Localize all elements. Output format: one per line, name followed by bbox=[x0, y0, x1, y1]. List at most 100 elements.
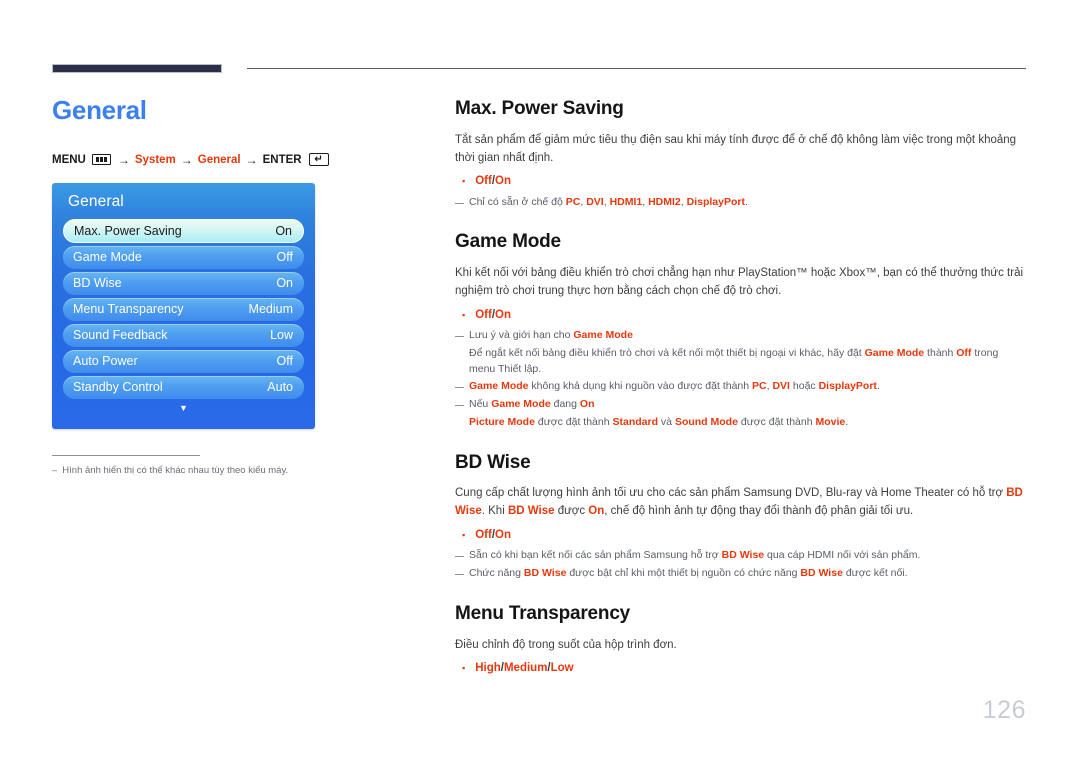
osd-row-value: Off bbox=[276, 354, 293, 369]
note-text: Sẵn có khi bạn kết nối các sản phẩm Sams… bbox=[469, 549, 921, 562]
footnote-dash: – bbox=[52, 464, 58, 476]
bullet-dot-icon: ▪ bbox=[462, 530, 466, 541]
term-dvi: DVI bbox=[772, 380, 790, 393]
breadcrumb-item-general: General bbox=[197, 153, 241, 166]
note-dash-icon bbox=[455, 574, 464, 576]
osd-row-label: Menu Transparency bbox=[73, 302, 184, 317]
term-hdmi1: HDMI1 bbox=[609, 195, 643, 208]
term-picture-mode: Picture Mode bbox=[469, 415, 535, 428]
arrow-icon-2: → bbox=[180, 152, 193, 167]
note-text: Chức năng BD Wise được bật chỉ khi một t… bbox=[469, 567, 908, 580]
bullet-dot-icon: ▪ bbox=[462, 176, 466, 187]
term-bd-wise: BD Wise bbox=[800, 567, 843, 580]
term-bd-wise: BD Wise bbox=[523, 567, 567, 580]
term-game-mode: Game Mode bbox=[573, 329, 633, 342]
osd-row-value: On bbox=[276, 276, 293, 291]
term-dvi: DVI bbox=[586, 195, 604, 208]
note-item-sub: Picture Mode được đặt thành Standard và … bbox=[469, 415, 1027, 431]
option-medium: Medium bbox=[503, 662, 548, 675]
osd-menu-title: General bbox=[68, 192, 124, 210]
term-displayport: DisplayPort bbox=[818, 380, 877, 393]
note-text: Picture Mode được đặt thành Standard và … bbox=[469, 415, 849, 428]
option-off: Off bbox=[475, 175, 492, 188]
left-footnote: – Hình ảnh hiển thị có thể khác nhau tùy… bbox=[52, 464, 427, 477]
note-dash-icon bbox=[455, 556, 464, 558]
osd-row-menu-transparency[interactable]: Menu Transparency Medium bbox=[63, 297, 304, 321]
note-text: Game Mode không khả dụng khi nguồn vào đ… bbox=[469, 380, 880, 393]
term-sound-mode: Sound Mode bbox=[674, 415, 738, 428]
right-column: Max. Power Saving Tắt sản phẩm để giảm m… bbox=[455, 98, 1027, 682]
note-dash-icon bbox=[455, 405, 464, 407]
term-game-mode: Game Mode bbox=[864, 346, 925, 359]
osd-row-auto-power[interactable]: Auto Power Off bbox=[63, 349, 304, 373]
header-rule-thin bbox=[247, 68, 1026, 69]
enter-return-icon: ↵ bbox=[308, 153, 329, 167]
option-low: Low bbox=[550, 662, 574, 675]
option-list-item: ▪ Off/On bbox=[462, 527, 1027, 544]
osd-menu-panel: General Max. Power Saving On Game Mode O… bbox=[52, 182, 315, 429]
option-high: High bbox=[475, 662, 501, 675]
option-off: Off bbox=[475, 308, 492, 321]
term-off: Off bbox=[956, 346, 972, 359]
note-item: Chức năng BD Wise được bật chỉ khi một t… bbox=[455, 566, 1027, 582]
breadcrumb: MENU → System → General → ENTER ↵ bbox=[52, 153, 427, 167]
osd-row-label: Game Mode bbox=[73, 250, 142, 265]
breadcrumb-menu-label: MENU bbox=[52, 153, 86, 166]
term-on: On bbox=[588, 505, 605, 518]
note-item: Nếu Game Mode đang On bbox=[455, 397, 1027, 413]
section-body: Tắt sản phẩm để giảm mức tiêu thụ điện s… bbox=[455, 133, 1017, 164]
osd-row-game-mode[interactable]: Game Mode Off bbox=[63, 245, 304, 269]
term-displayport: DisplayPort bbox=[686, 195, 745, 208]
term-bd-wise: BD Wise bbox=[721, 549, 765, 562]
osd-row-label: Standby Control bbox=[73, 380, 163, 395]
section-body: Cung cấp chất lượng hình ảnh tối ưu cho … bbox=[455, 487, 1023, 518]
section-title: Game Mode bbox=[455, 231, 561, 253]
arrow-icon-3: → bbox=[245, 152, 258, 167]
section-bd-wise: BD Wise Cung cấp chất lượng hình ảnh tối… bbox=[455, 452, 1027, 582]
option-off: Off bbox=[475, 529, 492, 542]
term-pc: PC bbox=[565, 195, 581, 208]
arrow-icon-1: → bbox=[117, 152, 130, 167]
term-pc: PC bbox=[752, 380, 767, 393]
osd-row-value: Medium bbox=[248, 302, 293, 317]
osd-row-label: Max. Power Saving bbox=[74, 223, 182, 238]
section-title: Menu Transparency bbox=[455, 602, 631, 624]
option-list-item: ▪ Off/On bbox=[462, 173, 1027, 190]
option-on: On bbox=[495, 529, 511, 542]
section-game-mode: Game Mode Khi kết nối với bảng điều khiể… bbox=[455, 231, 1027, 430]
osd-row-label: Auto Power bbox=[73, 354, 138, 369]
term-game-mode: Game Mode bbox=[469, 380, 529, 393]
note-item-sub: Để ngắt kết nối bảng điều khiển trò chơi… bbox=[469, 346, 1027, 378]
osd-row-bd-wise[interactable]: BD Wise On bbox=[63, 271, 304, 295]
page-number: 126 bbox=[982, 696, 1026, 724]
note-text: Chỉ có sẵn ở chế độ PC, DVI, HDMI1, HDMI… bbox=[469, 195, 748, 208]
section-body: Điều chỉnh độ trong suốt của hộp trình đ… bbox=[455, 638, 677, 651]
section-title: BD Wise bbox=[455, 451, 531, 473]
left-footnote-block: – Hình ảnh hiển thị có thể khác nhau tùy… bbox=[52, 454, 427, 477]
bullet-dot-icon: ▪ bbox=[462, 663, 466, 674]
menu-bars-icon bbox=[91, 154, 111, 166]
header-rule-thick bbox=[52, 64, 222, 73]
term-standard: Standard bbox=[612, 415, 658, 428]
note-item: Game Mode không khả dụng khi nguồn vào đ… bbox=[455, 379, 1027, 395]
option-list-item: ▪ High/Medium/Low bbox=[462, 660, 1027, 677]
bullet-dot-icon: ▪ bbox=[462, 309, 466, 320]
term-game-mode: Game Mode bbox=[491, 398, 551, 411]
section-menu-transparency: Menu Transparency Điều chỉnh độ trong su… bbox=[455, 603, 1027, 678]
note-text: Nếu Game Mode đang On bbox=[469, 398, 595, 411]
osd-row-label: BD Wise bbox=[73, 276, 122, 291]
osd-row-value: Off bbox=[276, 250, 293, 265]
osd-row-max-power-saving[interactable]: Max. Power Saving On bbox=[63, 218, 304, 243]
note-item: Chỉ có sẵn ở chế độ PC, DVI, HDMI1, HDMI… bbox=[455, 195, 1027, 211]
term-bd-wise: BD Wise bbox=[507, 505, 555, 518]
osd-row-value: On bbox=[275, 223, 292, 238]
osd-row-standby-control[interactable]: Standby Control Auto bbox=[63, 375, 304, 399]
note-text: Để ngắt kết nối bảng điều khiển trò chơi… bbox=[469, 346, 999, 375]
osd-row-value: Low bbox=[270, 328, 293, 343]
manual-page: General MENU → System → General → ENTER … bbox=[0, 0, 1080, 763]
option-on: On bbox=[495, 175, 511, 188]
chevron-down-icon[interactable]: ▼ bbox=[63, 403, 304, 413]
osd-row-sound-feedback[interactable]: Sound Feedback Low bbox=[63, 323, 304, 347]
term-hdmi2: HDMI2 bbox=[648, 195, 681, 208]
note-item: Sẵn có khi bạn kết nối các sản phẩm Sams… bbox=[455, 548, 1027, 564]
